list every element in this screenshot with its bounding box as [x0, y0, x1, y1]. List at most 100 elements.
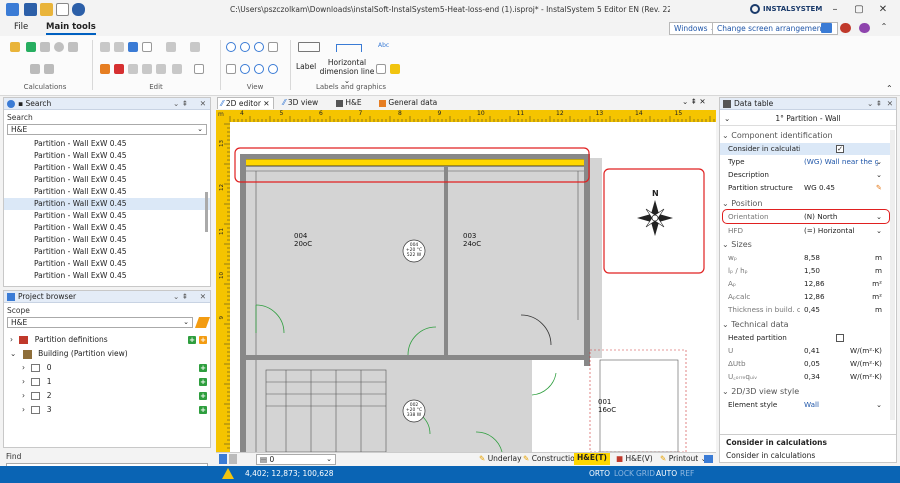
search-scrollbar[interactable] [205, 192, 208, 232]
zoom-next-icon[interactable] [254, 64, 264, 74]
monitor-icon[interactable] [821, 23, 832, 33]
search-combo[interactable]: H&E ⌄ [7, 124, 207, 135]
tabs-overflow-icon[interactable]: ⌄ ⇞ ✕ [682, 97, 706, 106]
panel-pin-icon[interactable]: ⌄ ⇞ [867, 98, 882, 110]
chevron-right-icon[interactable]: › [22, 377, 25, 386]
chevron-down-icon[interactable]: ⌄ [876, 156, 882, 168]
paste-icon[interactable] [114, 42, 124, 52]
layer-down-icon[interactable] [229, 454, 237, 464]
new-file-icon[interactable] [56, 3, 69, 16]
zoom-window-icon[interactable] [254, 42, 264, 52]
mode-lock[interactable]: LOCK [614, 469, 634, 478]
open-icon[interactable] [40, 3, 53, 16]
clipboard-icon[interactable] [128, 42, 138, 52]
add-icon[interactable]: + [188, 336, 196, 344]
row-u-correqui[interactable]: U꜀ₒᵣᵣₑqᵤᵢᵥ 0,34 W/(m²·K) [720, 371, 890, 383]
menu-icon[interactable] [30, 64, 40, 74]
list-item[interactable]: Partition - Wall ExW 0.45 [4, 210, 210, 222]
copy-icon[interactable] [100, 42, 110, 52]
row-consider-in-calculations[interactable]: Consider in calculations ✓ [720, 143, 890, 155]
row-size-wp[interactable]: wₚ 8,58 m [720, 252, 890, 264]
underlay-button[interactable]: ✎ Underlay [479, 454, 522, 463]
heated-checkbox[interactable] [836, 334, 844, 342]
chevron-down-icon[interactable]: ⌄ [10, 349, 16, 358]
add-icon[interactable]: + [199, 378, 207, 386]
chevron-down-icon[interactable]: ⌄ [724, 112, 730, 126]
tab-2d-editor[interactable]: ⁄⁄ 2D editor ✕ [217, 97, 274, 109]
undo-icon[interactable] [72, 3, 85, 16]
row-partition-structure[interactable]: Partition structure WG 0.45 ✎ [720, 182, 890, 194]
calc-icon[interactable] [10, 42, 20, 52]
change-screen-arrangement-button[interactable]: Change screen arrangement ⌄ [712, 22, 839, 35]
mode-ref[interactable]: REF [680, 469, 694, 478]
chevron-down-icon[interactable]: ⌄ [876, 169, 882, 181]
tree-item-partition-definitions[interactable]: › Partition definitions + + [4, 333, 210, 347]
row-size-apcalc[interactable]: Aₚcalc 12,86 m² [720, 291, 890, 303]
section-component-identification[interactable]: ⌄ Component identification [722, 130, 892, 142]
close-button[interactable]: ✕ [872, 2, 894, 18]
radiator-icon[interactable] [40, 42, 50, 52]
zoom-in-icon[interactable] [226, 42, 236, 52]
zoom-prev-icon[interactable] [240, 64, 250, 74]
text-frame-icon[interactable] [376, 64, 386, 74]
chevron-down-icon[interactable]: ⌄ [876, 225, 882, 237]
panel-close-icon[interactable]: ✕ [200, 98, 206, 110]
pencil-icon[interactable]: ✎ [876, 182, 882, 194]
row-hfd[interactable]: HFD (=) Horizontal ⌄ [720, 225, 890, 237]
panel-pin-icon[interactable]: ⌄ ⇞ [173, 98, 188, 110]
chevron-right-icon[interactable]: › [10, 335, 13, 344]
label-icon[interactable] [298, 42, 320, 52]
add-icon[interactable]: + [199, 364, 207, 372]
list-item[interactable]: Partition - Wall ExW 0.45 [4, 138, 210, 150]
hev-button[interactable]: ■ H&E(V) [616, 454, 653, 463]
row-size-ap[interactable]: Aₚ 12,86 m² [720, 278, 890, 290]
frame-icon[interactable] [142, 42, 152, 52]
ribbon-expand-icon[interactable]: ⌃ [886, 84, 893, 93]
theme-icon[interactable] [840, 23, 851, 33]
grid-icon[interactable] [166, 42, 176, 52]
list-item[interactable]: Partition - Wall ExW 0.45 [4, 162, 210, 174]
section-technical-data[interactable]: ⌄ Technical data [722, 319, 892, 331]
fill-icon[interactable] [68, 42, 78, 52]
scope-combo[interactable]: H&E ⌄ [7, 317, 193, 328]
warning-icon[interactable] [222, 468, 234, 479]
text-style-icon[interactable]: Abc [378, 42, 389, 49]
scale-icon[interactable] [194, 64, 204, 74]
tree-item-level-2[interactable]: › 2 + [4, 389, 210, 403]
data-table-scrollbar[interactable] [890, 130, 895, 420]
panel-close-icon[interactable]: ✕ [200, 291, 206, 303]
hfd-value[interactable]: (=) Horizontal [804, 225, 878, 237]
data-table-subtitle[interactable]: ⌄ 1° Partition - Wall [720, 112, 896, 126]
list-item-selected[interactable]: Partition - Wall ExW 0.45 [4, 198, 210, 210]
zoom-out-icon[interactable] [240, 42, 250, 52]
chart-icon[interactable] [44, 64, 54, 74]
level-combo[interactable]: ▤ 0 ⌄ [256, 454, 336, 465]
table-icon[interactable] [26, 42, 36, 52]
het-button[interactable]: H&E(T) [574, 453, 610, 465]
row-delta-utb[interactable]: ΔUtb 0,05 W/(m²·K) [720, 358, 890, 370]
chevron-right-icon[interactable]: › [22, 391, 25, 400]
pencil-icon[interactable] [194, 317, 211, 328]
move-icon[interactable] [142, 64, 152, 74]
cut-icon[interactable] [100, 64, 110, 74]
horizontal-dimension-icon[interactable] [336, 44, 362, 52]
options-icon[interactable]: + [199, 336, 207, 344]
chevron-down-icon[interactable]: ⌄ [876, 399, 882, 411]
list-item[interactable]: Partition - Wall ExW 0.45 [4, 150, 210, 162]
row-element-style[interactable]: Element style Wall ⌄ [720, 399, 890, 411]
layer-icon[interactable] [219, 454, 227, 464]
mirror-icon[interactable] [156, 64, 166, 74]
label-button[interactable]: Label [296, 62, 316, 71]
save-icon[interactable] [24, 3, 37, 16]
list-item[interactable]: Partition - Wall ExW 0.45 [4, 258, 210, 270]
list-item[interactable]: Partition - Wall ExW 0.45 [4, 186, 210, 198]
section-sizes[interactable]: ⌄ Sizes [722, 239, 892, 251]
minimize-button[interactable]: – [824, 2, 846, 18]
row-description[interactable]: Description ⌄ [720, 169, 890, 181]
row-heated-partition[interactable]: Heated partition [720, 332, 890, 344]
printout-button[interactable]: ✎ Printout ⌄ [660, 454, 707, 463]
tab-3d-view[interactable]: ⁄⁄ 3D view [280, 97, 321, 109]
section-view-style[interactable]: ⌄ 2D/3D view style [722, 386, 892, 398]
add-icon[interactable]: + [199, 406, 207, 414]
tab-main-tools[interactable]: Main tools [46, 22, 96, 35]
